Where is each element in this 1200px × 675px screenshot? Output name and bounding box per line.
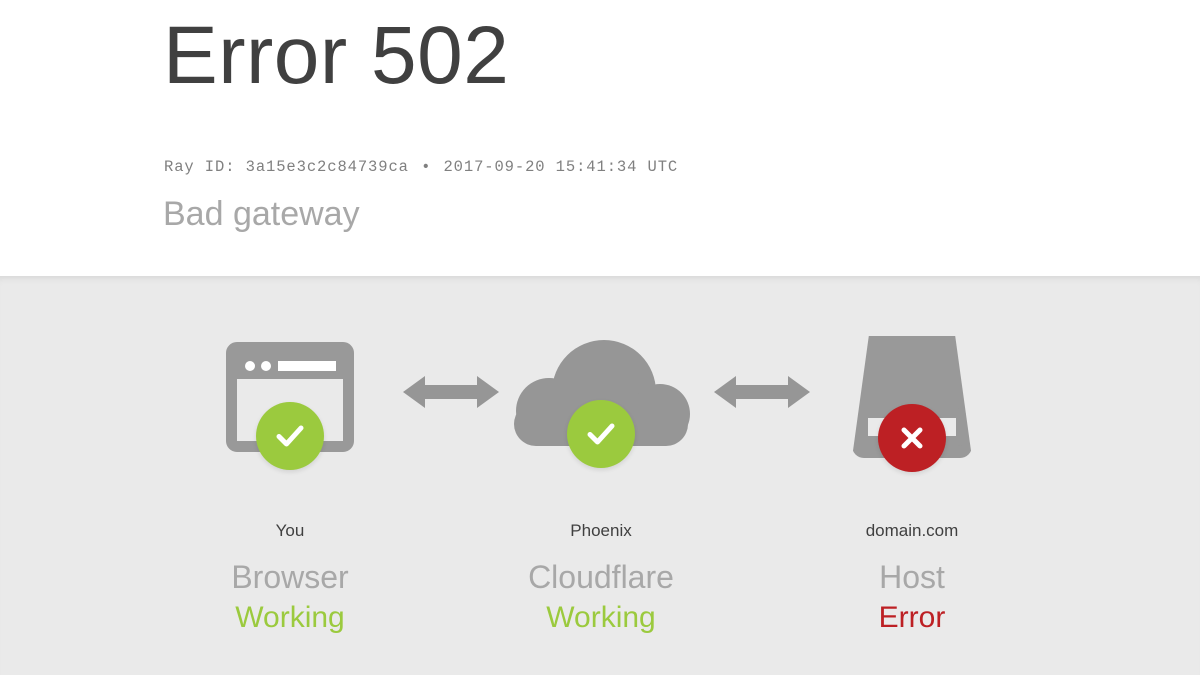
- node-status-browser: Working: [235, 601, 345, 634]
- browser-addressbar: [278, 361, 336, 371]
- node-label-phoenix: Phoenix: [570, 521, 632, 540]
- check-circle-icon: [256, 402, 324, 470]
- timestamp: 2017-09-20 15:41:34 UTC: [443, 158, 679, 176]
- node-name-browser: Browser: [231, 559, 349, 595]
- status-panel: You Browser Working Phoenix Cloudflare W…: [0, 276, 1200, 675]
- ray-id-line: Ray ID: 3a15e3c2c84739ca • 2017-09-20 15…: [164, 156, 678, 178]
- status-columns: You Browser Working Phoenix Cloudflare W…: [163, 276, 1038, 675]
- status-node-browser: You Browser Working: [170, 276, 410, 638]
- node-name-cloudflare: Cloudflare: [528, 559, 674, 595]
- page-header: Error 502 Ray ID: 3a15e3c2c84739ca • 201…: [0, 0, 1200, 276]
- check-circle-icon: [567, 400, 635, 468]
- status-node-cloudflare: Phoenix Cloudflare Working: [481, 276, 721, 638]
- node-status-host: Error: [878, 601, 946, 634]
- browser-icon-area: [170, 334, 410, 514]
- error-subtitle: Bad gateway: [163, 195, 360, 233]
- page-title: Error 502: [163, 10, 510, 101]
- browser-dot-icon: [261, 361, 271, 371]
- browser-dot-icon: [245, 361, 255, 371]
- node-label-domain: domain.com: [865, 521, 959, 540]
- node-label-you: You: [275, 521, 305, 540]
- ray-id-label: Ray ID:: [164, 158, 236, 176]
- status-node-host: domain.com Host Error: [792, 276, 1032, 638]
- ray-id-separator: •: [421, 158, 432, 176]
- error-page: Error 502 Ray ID: 3a15e3c2c84739ca • 201…: [0, 0, 1200, 675]
- node-status-cloudflare: Working: [546, 601, 656, 634]
- browser-titlebar: [237, 353, 343, 379]
- x-circle-icon: [878, 404, 946, 472]
- node-name-host: Host: [879, 559, 945, 595]
- server-icon-area: [792, 334, 1032, 514]
- cloud-icon-area: [481, 334, 721, 514]
- ray-id-value: 3a15e3c2c84739ca: [245, 158, 409, 176]
